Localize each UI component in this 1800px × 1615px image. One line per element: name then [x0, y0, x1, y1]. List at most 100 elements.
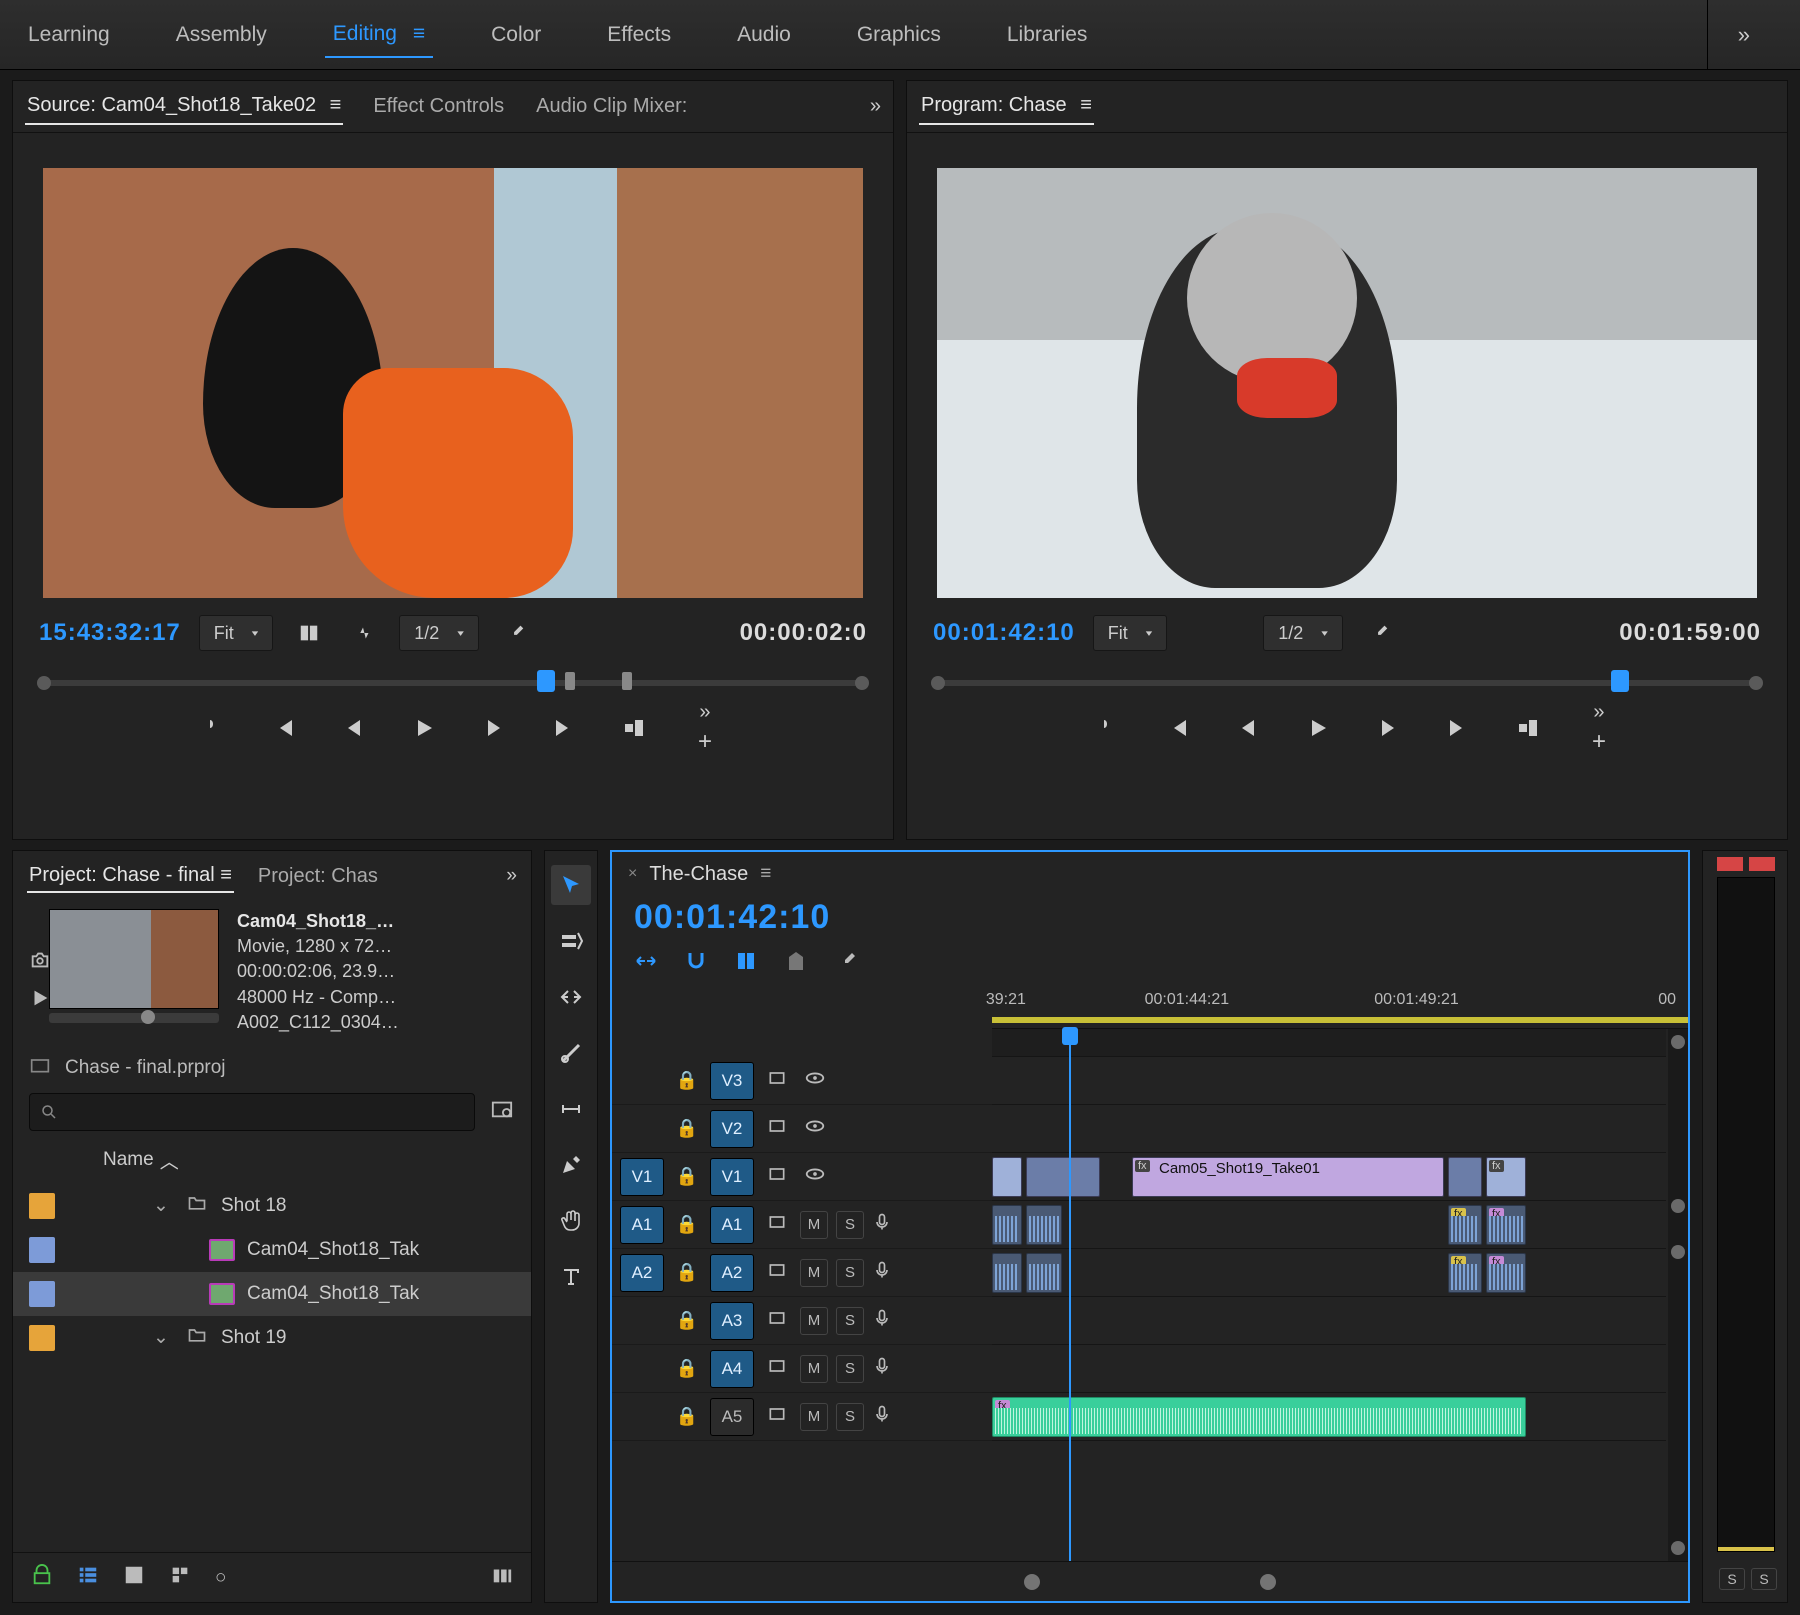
label-chip[interactable] — [29, 1325, 55, 1351]
eye-icon[interactable] — [800, 1115, 830, 1142]
program-settings-wrench-icon[interactable] — [1361, 615, 1397, 651]
mark-in-icon[interactable] — [1088, 708, 1128, 748]
project-preview-thumb[interactable] — [49, 909, 219, 1009]
step-back-icon[interactable] — [1228, 708, 1268, 748]
eye-icon[interactable] — [800, 1067, 830, 1094]
workspace-tab-graphics[interactable]: Graphics — [849, 13, 949, 57]
track-header-v3[interactable]: 🔒 V3 — [612, 1057, 992, 1105]
go-to-in-icon[interactable] — [1158, 708, 1198, 748]
insert-overlay-icon[interactable] — [345, 615, 381, 651]
source-video-frame[interactable] — [43, 168, 863, 598]
program-tab-menu-icon[interactable]: ≡ — [1080, 94, 1092, 116]
source-tab-menu-icon[interactable]: ≡ — [330, 94, 342, 116]
sync-lock-icon[interactable] — [762, 1308, 792, 1333]
workspace-tab-effects[interactable]: Effects — [599, 13, 679, 57]
disclosure-down-icon[interactable]: ⌄ — [149, 1194, 173, 1217]
workspace-menu-icon[interactable]: ≡ — [413, 22, 425, 45]
target-a5[interactable]: A5 — [710, 1398, 754, 1436]
ripple-edit-tool-icon[interactable] — [551, 977, 591, 1017]
lock-icon[interactable]: 🔒 — [672, 1214, 702, 1235]
clip-indicator-left[interactable] — [1717, 857, 1743, 871]
source-timeline-ruler[interactable] — [37, 666, 869, 698]
sync-lock-icon[interactable] — [762, 1404, 792, 1429]
mute-toggle[interactable]: M — [800, 1403, 828, 1431]
project-tab-other[interactable]: Project: Chas — [256, 861, 380, 892]
source-patch-a1[interactable]: A1 — [620, 1206, 664, 1244]
target-v2[interactable]: V2 — [710, 1110, 754, 1148]
audio-meters-panel[interactable]: S S — [1702, 850, 1788, 1603]
lock-icon[interactable]: 🔒 — [672, 1166, 702, 1187]
program-current-timecode[interactable]: 00:01:42:10 — [933, 619, 1075, 647]
program-tab[interactable]: Program: Chase ≡ — [919, 88, 1094, 125]
workspace-tab-color[interactable]: Color — [483, 13, 549, 57]
step-fwd-icon[interactable] — [474, 708, 514, 748]
clip-row-selected[interactable]: Cam04_Shot18_Tak — [13, 1272, 531, 1316]
track-header-a4[interactable]: 🔒 A4 M S — [612, 1345, 992, 1393]
sequence-title[interactable]: The-Chase — [649, 863, 748, 886]
video-clip[interactable]: fx Cam05_Shot19_Take01 — [1132, 1157, 1444, 1197]
solo-toggle[interactable]: S — [836, 1403, 864, 1431]
razor-tool-icon[interactable] — [551, 1033, 591, 1073]
project-search-input[interactable] — [29, 1093, 475, 1131]
video-clip[interactable] — [1026, 1157, 1100, 1197]
source-out-point-icon[interactable] — [622, 672, 632, 690]
project-tab-menu-icon[interactable]: ≡ — [220, 864, 232, 886]
timeline-clips-area[interactable]: fx Cam05_Shot19_Take01 fx fx fx — [992, 1029, 1688, 1561]
mute-toggle[interactable]: M — [800, 1355, 828, 1383]
safe-margins-icon[interactable] — [291, 615, 327, 651]
step-back-icon[interactable] — [334, 708, 374, 748]
target-a1[interactable]: A1 — [710, 1206, 754, 1244]
audio-clip[interactable]: fx — [1486, 1253, 1526, 1293]
lock-icon[interactable]: 🔒 — [672, 1262, 702, 1283]
label-chip[interactable] — [29, 1193, 55, 1219]
solo-toggle[interactable]: S — [836, 1307, 864, 1335]
label-chip[interactable] — [29, 1281, 55, 1307]
mute-toggle[interactable]: M — [800, 1259, 828, 1287]
voiceover-mic-icon[interactable] — [872, 1404, 892, 1429]
track-header-v1[interactable]: V1 🔒 V1 — [612, 1153, 992, 1201]
source-tab[interactable]: Source: Cam04_Shot18_Take02 ≡ — [25, 88, 343, 125]
icon-view-icon[interactable] — [123, 1564, 145, 1592]
hand-tool-icon[interactable] — [551, 1201, 591, 1241]
target-a3[interactable]: A3 — [710, 1302, 754, 1340]
program-timeline-ruler[interactable] — [931, 666, 1763, 698]
vertical-scrollbar[interactable] — [1668, 1029, 1688, 1561]
lock-icon[interactable]: 🔒 — [672, 1118, 702, 1139]
project-overflow-icon[interactable]: » — [506, 865, 517, 887]
selection-tool-icon[interactable] — [551, 865, 591, 905]
workspace-tab-audio[interactable]: Audio — [729, 13, 799, 57]
program-video-frame[interactable] — [937, 168, 1757, 598]
lock-icon[interactable]: 🔒 — [672, 1070, 702, 1091]
mark-in-icon[interactable] — [194, 708, 234, 748]
add-marker-icon[interactable] — [784, 949, 808, 979]
track-header-a1[interactable]: A1 🔒 A1 M S — [612, 1201, 992, 1249]
label-chip[interactable] — [29, 1237, 55, 1263]
track-select-tool-icon[interactable] — [551, 921, 591, 961]
mute-toggle[interactable]: M — [800, 1307, 828, 1335]
source-resolution-select[interactable]: 1/2▾ — [399, 615, 479, 651]
solo-toggle[interactable]: S — [836, 1259, 864, 1287]
write-lock-icon[interactable] — [31, 1564, 53, 1592]
project-path-label[interactable]: Chase - final.prproj — [65, 1057, 226, 1079]
video-clip[interactable] — [992, 1157, 1022, 1197]
list-view-icon[interactable] — [77, 1564, 99, 1592]
audio-clip[interactable] — [992, 1253, 1022, 1293]
lock-icon[interactable]: 🔒 — [672, 1406, 702, 1427]
voiceover-mic-icon[interactable] — [872, 1308, 892, 1333]
go-to-out-icon[interactable] — [1438, 708, 1478, 748]
go-to-in-icon[interactable] — [264, 708, 304, 748]
mute-toggle[interactable]: M — [800, 1211, 828, 1239]
solo-toggle[interactable]: S — [836, 1355, 864, 1383]
audio-clip[interactable] — [1026, 1205, 1062, 1245]
preview-play-icon[interactable] — [29, 987, 51, 1015]
voiceover-mic-icon[interactable] — [872, 1260, 892, 1285]
insert-icon[interactable] — [614, 708, 654, 748]
sync-lock-icon[interactable] — [762, 1164, 792, 1189]
zoom-handle-right[interactable] — [1260, 1574, 1276, 1590]
workspace-overflow-icon[interactable]: » — [1707, 0, 1780, 69]
sequence-menu-icon[interactable]: ≡ — [760, 863, 771, 885]
source-panel-overflow-icon[interactable]: » — [870, 95, 881, 118]
source-duration-timecode[interactable]: 00:00:02:0 — [740, 619, 867, 647]
timeline-zoom-bar[interactable] — [612, 1561, 1688, 1601]
disclosure-down-icon[interactable]: ⌄ — [149, 1326, 173, 1349]
